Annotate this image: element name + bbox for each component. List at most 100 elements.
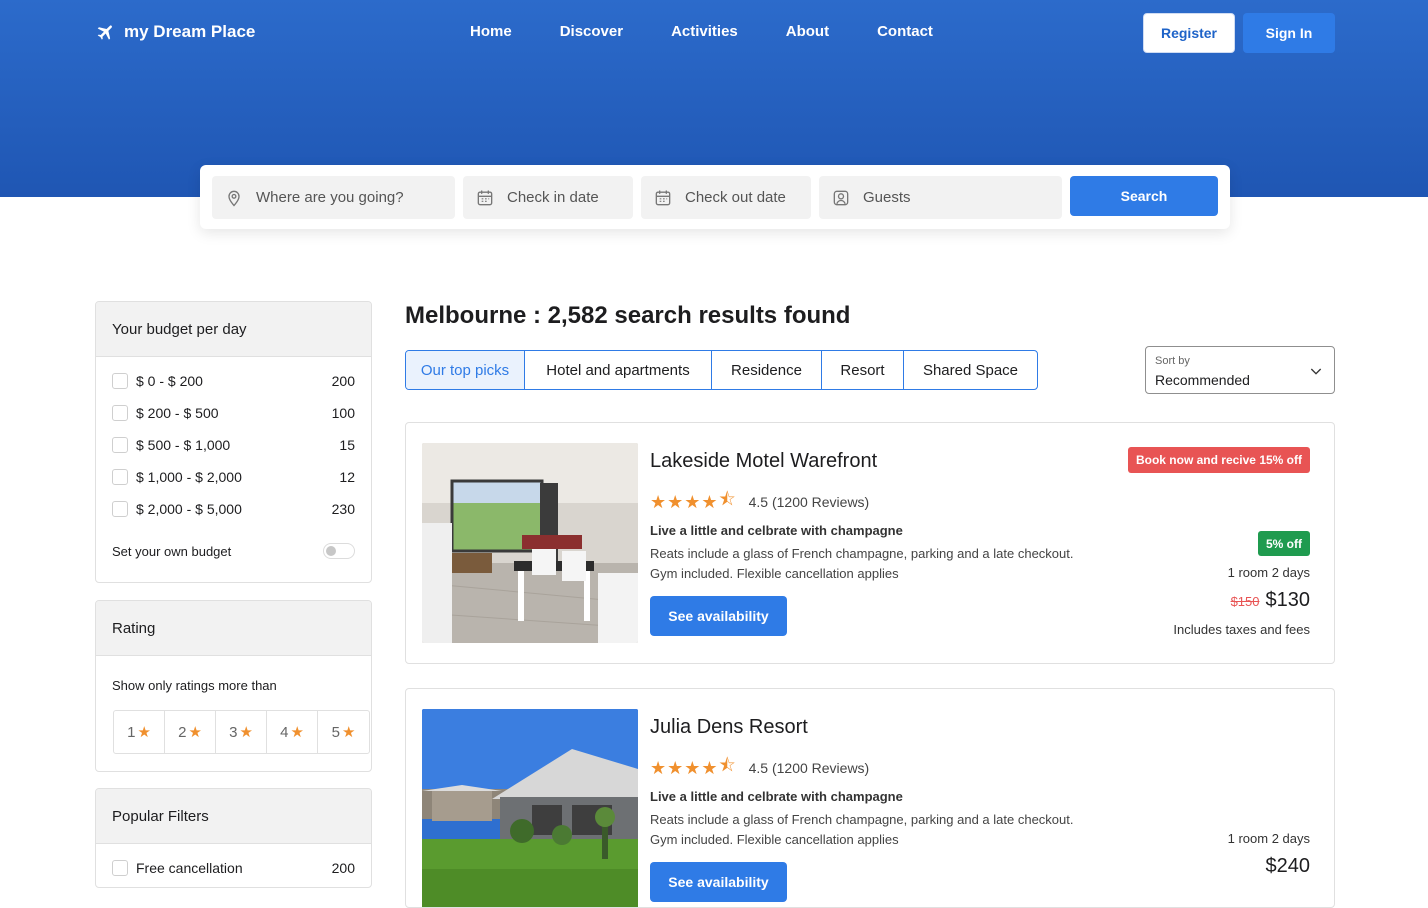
tab-top-picks[interactable]: Our top picks [406,351,524,389]
listing-card: Julia Dens Resort ★ ★ ★ ★ ⯪ 4.5 (1200 Review… [405,688,1335,908]
checkbox[interactable] [112,501,128,517]
budget-panel: Your budget per day $ 0 - $ 200 200 $ 20… [95,301,372,583]
listing-photo[interactable] [422,709,638,907]
rating-title: Rating [96,601,371,656]
location-pin-icon [228,190,240,206]
popular-filters-title: Popular Filters [96,789,371,844]
star-icon: ★ [701,757,718,778]
budget-label: $ 200 - $ 500 [136,405,219,421]
listing-tagline: Live a little and celbrate with champagn… [650,789,903,804]
budget-option[interactable]: $ 1,000 - $ 2,000 12 [112,467,355,487]
budget-option[interactable]: $ 2,000 - $ 5,000 230 [112,499,355,519]
rating-option-5[interactable]: 5 ★ [318,711,369,753]
signin-button[interactable]: Sign In [1243,13,1335,53]
star-icon: ★ [137,724,151,741]
budget-label: $ 1,000 - $ 2,000 [136,469,242,485]
star-icon: ★ [667,757,684,778]
budget-count: 100 [331,405,355,421]
sort-dropdown[interactable]: Sort by Recommended [1145,346,1335,394]
checkbox[interactable] [112,373,128,389]
rating-panel: Rating Show only ratings more than 1 ★ 2 ★… [95,600,372,772]
filter-label: Free cancellation [136,860,243,876]
budget-option[interactable]: $ 500 - $ 1,000 15 [112,435,355,455]
listing-name[interactable]: Lakeside Motel Warefront [650,450,877,473]
listing-photo[interactable] [422,443,638,643]
checkout-input[interactable]: Check out date [641,176,811,219]
interior-photo [422,443,638,643]
listing-rating: ★ ★ ★ ★ ⯪ 4.5 (1200 Reviews) [650,753,869,783]
category-tabs: Our top picks Hotel and apartments Resid… [405,350,1038,390]
price: $150 $130 [1231,589,1310,612]
rating-option-4[interactable]: 4 ★ [267,711,318,753]
star-icon: ★ [239,724,253,741]
listing-description: Reats include a glass of French champagn… [650,544,1090,584]
own-budget-label: Set your own budget [112,543,232,559]
tab-shared-space[interactable]: Shared Space [903,351,1037,389]
guests-placeholder: Guests [863,189,911,206]
current-price: $130 [1265,589,1311,611]
own-budget-toggle[interactable] [323,543,355,559]
nav-activities[interactable]: Activities [671,23,738,40]
star-icon: ★ [684,757,701,778]
budget-label: $ 2,000 - $ 5,000 [136,501,242,517]
exterior-photo [422,709,638,907]
star-icon: ★ [341,724,356,741]
checkout-placeholder: Check out date [685,189,786,206]
nav-contact[interactable]: Contact [877,23,933,40]
tab-residence[interactable]: Residence [711,351,821,389]
user-icon [833,190,849,205]
budget-count: 15 [339,437,355,453]
star-icon: ★ [650,491,667,512]
filter-count: 200 [331,860,355,876]
budget-title: Your budget per day [96,302,371,357]
checkbox[interactable] [112,469,128,485]
description-line: Reats include a glass of French champagn… [650,546,1074,561]
listing-name[interactable]: Julia Dens Resort [650,716,808,739]
guests-input[interactable]: Guests [819,176,1062,219]
see-availability-button[interactable]: See availability [650,596,787,636]
rating-value: 1 [127,723,136,741]
star-icon: ★ [667,491,684,512]
description-line: Gym included. Flexible cancellation appl… [650,566,899,581]
tab-hotel-apartments[interactable]: Hotel and apartments [524,351,711,389]
star-icon: ★ [650,757,667,778]
filter-option[interactable]: Free cancellation 200 [112,858,355,878]
sort-value: Recommended [1155,372,1250,388]
see-availability-button[interactable]: See availability [650,862,787,902]
rating-subtitle: Show only ratings more than [112,677,277,693]
rating-value: 3 [229,723,238,741]
budget-option[interactable]: $ 200 - $ 500 100 [112,403,355,423]
destination-placeholder: Where are you going? [256,189,404,206]
rating-option-3[interactable]: 3 ★ [216,711,267,753]
search-button[interactable]: Search [1070,176,1218,216]
rating-option-1[interactable]: 1 ★ [114,711,165,753]
checkbox[interactable] [112,437,128,453]
rating-value: 2 [178,723,187,741]
own-budget-row: Set your own budget [112,541,355,561]
nav-home[interactable]: Home [470,23,512,40]
checkbox[interactable] [112,860,128,876]
stay-info: 1 room 2 days [1227,831,1310,846]
checkbox[interactable] [112,405,128,421]
search-bar: Where are you going? Check in date Check… [200,165,1230,229]
current-price: $240 [1265,855,1311,877]
brand-logo[interactable]: my Dream Place [96,22,255,42]
nav-discover[interactable]: Discover [560,23,623,40]
budget-option[interactable]: $ 0 - $ 200 200 [112,371,355,391]
tab-resort[interactable]: Resort [821,351,903,389]
description-line: Gym included. Flexible cancellation appl… [650,832,899,847]
nav-about[interactable]: About [786,23,829,40]
destination-input[interactable]: Where are you going? [212,176,455,219]
rating-text: 4.5 (1200 Reviews) [748,494,870,510]
chevron-down-icon [1310,368,1322,375]
checkin-placeholder: Check in date [507,189,599,206]
sort-label: Sort by [1155,355,1190,367]
taxes-note: Includes taxes and fees [1173,622,1310,637]
listing-card: Lakeside Motel Warefront ★ ★ ★ ★ ⯪ 4.5 (1200… [405,422,1335,664]
popular-filters-panel: Popular Filters Free cancellation 200 [95,788,372,888]
checkin-input[interactable]: Check in date [463,176,633,219]
rating-option-2[interactable]: 2 ★ [165,711,216,753]
old-price: $150 [1230,594,1260,609]
register-button[interactable]: Register [1143,13,1235,53]
listing-description: Reats include a glass of French champagn… [650,810,1090,850]
